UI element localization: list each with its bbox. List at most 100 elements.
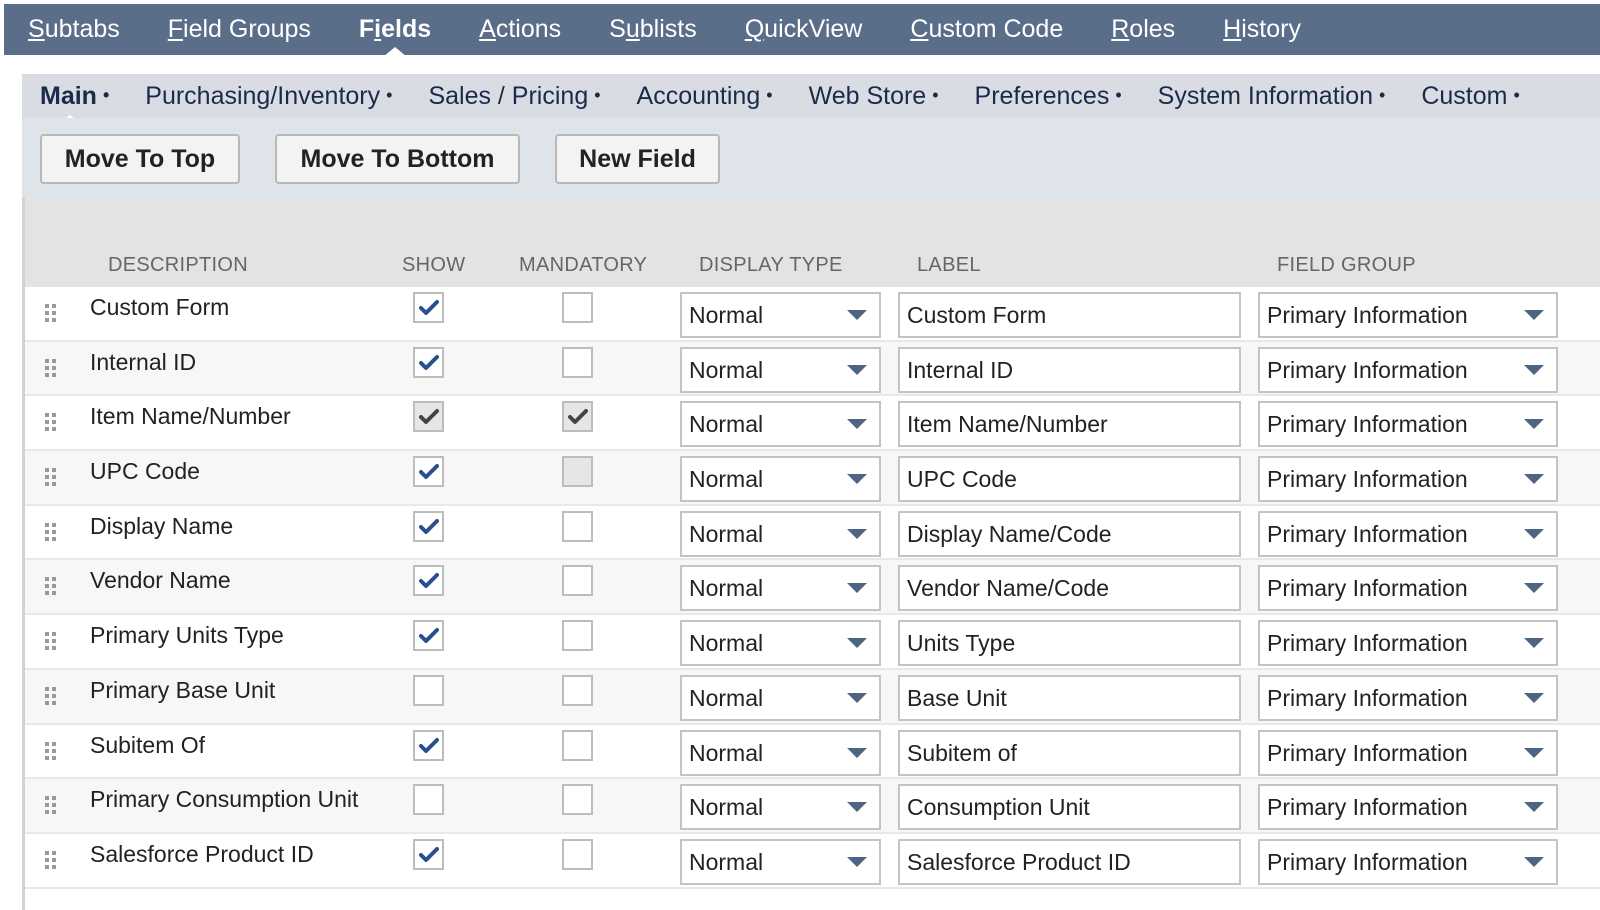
- show-checkbox[interactable]: [413, 346, 444, 378]
- drag-handle-icon[interactable]: [45, 741, 59, 762]
- move-to-bottom-button[interactable]: Move To Bottom: [275, 134, 520, 184]
- chevron-down-icon: [1524, 692, 1544, 703]
- drag-handle-icon[interactable]: [45, 358, 59, 379]
- display-type-select[interactable]: Normal: [680, 565, 881, 612]
- drag-handle-icon[interactable]: [45, 304, 59, 324]
- chevron-down-icon: [847, 802, 867, 813]
- drag-handle-icon[interactable]: [45, 850, 59, 871]
- field-group-select[interactable]: Primary Information: [1258, 401, 1558, 448]
- label-input[interactable]: Item Name/Number: [898, 401, 1241, 448]
- tab-fields[interactable]: Fields: [359, 15, 431, 44]
- label-input[interactable]: Vendor Name/Code: [898, 565, 1241, 612]
- subtab-label: Preferences: [974, 81, 1110, 110]
- mandatory-checkbox[interactable]: [562, 729, 593, 761]
- tab-custom-code[interactable]: Custom Code: [910, 15, 1063, 44]
- drag-handle-icon[interactable]: [45, 468, 59, 488]
- tab-quickview[interactable]: QuickView: [745, 15, 863, 44]
- subtab-accounting[interactable]: Accounting •: [637, 82, 773, 111]
- chevron-down-icon: [1524, 364, 1544, 375]
- field-group-select[interactable]: Primary Information: [1258, 346, 1558, 393]
- subtab-purchasing-inventory[interactable]: Purchasing/Inventory •: [145, 82, 392, 111]
- mandatory-checkbox[interactable]: [562, 838, 593, 870]
- drag-handle-icon[interactable]: [45, 632, 59, 652]
- drag-handle-icon[interactable]: [45, 413, 59, 433]
- tab-actions[interactable]: Actions: [479, 15, 561, 44]
- label-input[interactable]: Custom Form: [898, 292, 1241, 338]
- mandatory-checkbox[interactable]: [562, 565, 593, 597]
- display-type-select[interactable]: Normal: [680, 784, 881, 831]
- mandatory-checkbox[interactable]: [562, 292, 593, 323]
- field-group-select[interactable]: Primary Information: [1258, 620, 1558, 667]
- show-checkbox[interactable]: [413, 784, 444, 816]
- field-group-select[interactable]: Primary Information: [1258, 729, 1558, 776]
- display-type-select[interactable]: Normal: [680, 401, 881, 448]
- top-tab-bar: Subtabs Field Groups Fields Actions Sublists…: [4, 4, 1600, 55]
- tab-sublists[interactable]: Sublists: [609, 15, 697, 44]
- show-checkbox[interactable]: [413, 456, 444, 488]
- display-type-select[interactable]: Normal: [680, 838, 881, 885]
- mandatory-checkbox[interactable]: [562, 510, 593, 542]
- show-checkbox[interactable]: [413, 729, 444, 761]
- label-input[interactable]: UPC Code: [898, 456, 1241, 503]
- checkmark-icon: [419, 409, 439, 425]
- checkmark-icon: [419, 737, 439, 753]
- field-group-select[interactable]: Primary Information: [1258, 674, 1558, 721]
- display-type-select[interactable]: Normal: [680, 729, 881, 776]
- drag-handle-icon[interactable]: [45, 796, 59, 816]
- label-input[interactable]: Display Name/Code: [898, 510, 1241, 557]
- table-header: DESCRIPTION SHOW MANDATORY DISPLAY TYPE …: [25, 198, 1600, 287]
- checkmark-icon: [419, 573, 439, 589]
- move-to-top-button[interactable]: Move To Top: [40, 134, 240, 184]
- display-type-select[interactable]: Normal: [680, 456, 881, 503]
- chevron-down-icon: [1524, 856, 1544, 867]
- subtab-system-information[interactable]: System Information •: [1158, 82, 1386, 111]
- column-header-description: DESCRIPTION: [108, 254, 248, 276]
- drag-handle-icon[interactable]: [45, 686, 59, 707]
- show-checkbox[interactable]: [413, 510, 444, 542]
- display-type-select[interactable]: Normal: [680, 620, 881, 667]
- drag-handle-icon[interactable]: [45, 577, 59, 597]
- subtab-main[interactable]: Main •: [40, 82, 109, 123]
- subtab-custom[interactable]: Custom •: [1421, 82, 1519, 111]
- tab-field-groups[interactable]: Field Groups: [168, 15, 311, 44]
- label-input[interactable]: Subitem of: [898, 729, 1241, 776]
- sub-tab-bar: Main • Purchasing/Inventory • Sales / Pricin…: [22, 74, 1600, 123]
- label-input[interactable]: Consumption Unit: [898, 784, 1241, 831]
- label-input[interactable]: Internal ID: [898, 346, 1241, 393]
- show-checkbox[interactable]: [413, 674, 444, 706]
- field-group-value: Primary Information: [1267, 739, 1468, 766]
- tab-roles[interactable]: Roles: [1111, 15, 1175, 44]
- field-group-value: Primary Information: [1267, 302, 1468, 328]
- field-description: Primary Consumption Unit: [90, 786, 359, 813]
- label-input[interactable]: Salesforce Product ID: [898, 838, 1241, 885]
- label-input[interactable]: Base Unit: [898, 674, 1241, 721]
- tab-history[interactable]: History: [1223, 15, 1301, 44]
- field-description: Item Name/Number: [90, 403, 291, 430]
- drag-handle-icon[interactable]: [45, 522, 59, 543]
- mandatory-checkbox[interactable]: [562, 620, 593, 652]
- field-group-select[interactable]: Primary Information: [1258, 510, 1558, 557]
- field-group-select[interactable]: Primary Information: [1258, 456, 1558, 503]
- tab-subtabs[interactable]: Subtabs: [28, 15, 120, 44]
- show-checkbox[interactable]: [413, 838, 444, 870]
- display-type-select[interactable]: Normal: [680, 510, 881, 557]
- display-type-select[interactable]: Normal: [680, 346, 881, 393]
- field-group-select[interactable]: Primary Information: [1258, 565, 1558, 612]
- display-type-select[interactable]: Normal: [680, 674, 881, 721]
- show-checkbox[interactable]: [413, 620, 444, 652]
- subtab-web-store[interactable]: Web Store •: [809, 82, 939, 111]
- mandatory-checkbox[interactable]: [562, 784, 593, 816]
- field-group-select[interactable]: Primary Information: [1258, 292, 1558, 338]
- show-checkbox[interactable]: [413, 565, 444, 597]
- new-field-button[interactable]: New Field: [555, 134, 720, 184]
- mandatory-checkbox[interactable]: [562, 674, 593, 706]
- field-group-select[interactable]: Primary Information: [1258, 784, 1558, 831]
- mandatory-checkbox[interactable]: [562, 346, 593, 378]
- label-input[interactable]: Units Type: [898, 620, 1241, 667]
- subtab-preferences[interactable]: Preferences •: [975, 82, 1122, 111]
- display-type-select[interactable]: Normal: [680, 292, 881, 338]
- subtab-sales-pricing[interactable]: Sales / Pricing •: [428, 82, 600, 111]
- field-group-select[interactable]: Primary Information: [1258, 838, 1558, 885]
- checkmark-icon: [568, 409, 588, 425]
- show-checkbox[interactable]: [413, 292, 444, 323]
